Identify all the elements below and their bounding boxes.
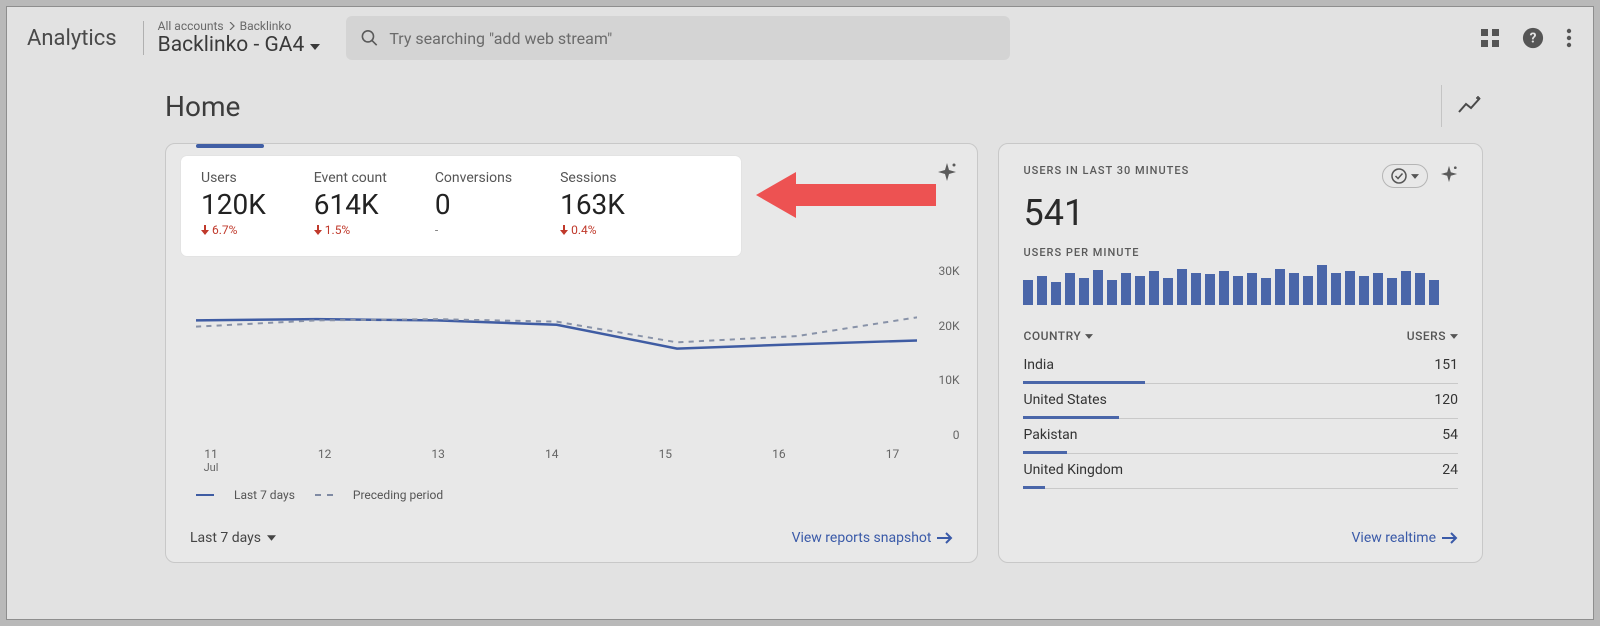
col-users[interactable]: USERS — [1407, 329, 1458, 343]
metric-delta: 0.4% — [560, 223, 625, 237]
trend-chart — [196, 264, 917, 452]
arrow-down-icon — [201, 225, 209, 235]
metric-sessions[interactable]: Sessions 163K 0.4% — [560, 170, 625, 246]
check-circle-icon — [1391, 168, 1407, 184]
breadcrumb-leaf: Backlinko — [240, 19, 292, 33]
search-box[interactable] — [346, 16, 1010, 60]
col-country[interactable]: COUNTRY — [1023, 329, 1093, 343]
status-chip[interactable] — [1382, 164, 1428, 188]
caret-down-icon — [267, 535, 276, 541]
property-selector[interactable]: All accounts Backlinko Backlinko - GA4 — [158, 19, 321, 57]
caret-down-icon — [310, 44, 320, 50]
legend-solid-label: Last 7 days — [234, 488, 295, 502]
per-minute-bars — [1023, 265, 1458, 305]
metric-value: 163K — [560, 188, 625, 221]
arrow-right-icon — [1442, 532, 1458, 544]
brand-label: Analytics — [22, 26, 129, 51]
breadcrumb-root: All accounts — [158, 19, 224, 33]
divider — [143, 21, 144, 55]
y-axis-ticks: 30K 20K 10K 0 — [921, 264, 959, 442]
metric-label: Event count — [314, 170, 387, 186]
annotation-arrow — [756, 168, 936, 222]
metric-users[interactable]: Users 120K 6.7% — [201, 170, 266, 246]
per-minute-label: USERS PER MINUTE — [1023, 246, 1458, 259]
search-icon — [360, 28, 379, 48]
metric-label: Conversions — [435, 170, 512, 186]
arrow-down-icon — [314, 225, 322, 235]
property-name: Backlinko - GA4 — [158, 33, 305, 57]
metric-value: 120K — [201, 188, 266, 221]
more-vert-icon[interactable] — [1566, 28, 1572, 48]
table-row[interactable]: India151 — [1023, 349, 1458, 384]
metric-delta: - — [435, 223, 512, 237]
country-table-head: COUNTRY USERS — [1023, 323, 1458, 349]
arrow-down-icon — [560, 225, 568, 235]
x-axis-ticks: 11Jul 12 13 14 15 16 17 — [196, 447, 907, 474]
table-row[interactable]: United Kingdom24 — [1023, 454, 1458, 489]
trend-sparkle-icon — [1458, 96, 1482, 116]
metric-value: 614K — [314, 188, 387, 221]
date-range-selector[interactable]: Last 7 days — [190, 530, 276, 546]
sparkle-icon[interactable] — [1440, 165, 1458, 187]
svg-text:?: ? — [1530, 31, 1537, 47]
realtime-card: USERS IN LAST 30 MINUTES 541 USERS PER M… — [998, 143, 1483, 563]
active-tab-indicator — [196, 144, 264, 148]
chart-legend: Last 7 days Preceding period — [196, 488, 443, 502]
country-table-body: India151United States120Pakistan54United… — [1023, 349, 1458, 489]
top-bar: Analytics All accounts Backlinko Backlin… — [7, 7, 1593, 69]
view-realtime-link[interactable]: View realtime — [1352, 530, 1458, 546]
caret-down-icon — [1450, 334, 1458, 339]
table-row[interactable]: United States120 — [1023, 384, 1458, 419]
metrics-strip: Users 120K 6.7% Event count 614K 1.5% Co… — [181, 156, 741, 256]
caret-down-icon — [1411, 174, 1419, 179]
sparkle-icon[interactable] — [937, 162, 957, 186]
realtime-value: 541 — [1023, 192, 1458, 234]
page-title: Home — [165, 90, 240, 123]
search-input[interactable] — [389, 29, 996, 48]
insights-button[interactable] — [1441, 85, 1483, 127]
apps-icon[interactable] — [1480, 28, 1500, 48]
overview-card: Users 120K 6.7% Event count 614K 1.5% Co… — [165, 143, 978, 563]
metric-value: 0 — [435, 188, 512, 221]
chevron-right-icon — [228, 22, 236, 30]
metric-delta: 6.7% — [201, 223, 266, 237]
view-reports-link[interactable]: View reports snapshot — [792, 530, 954, 546]
breadcrumb[interactable]: All accounts Backlinko — [158, 19, 321, 33]
legend-solid-icon — [196, 494, 214, 496]
legend-dash-label: Preceding period — [353, 488, 443, 502]
metric-delta: 1.5% — [314, 223, 387, 237]
metric-label: Users — [201, 170, 266, 186]
table-row[interactable]: Pakistan54 — [1023, 419, 1458, 454]
caret-down-icon — [1085, 334, 1093, 339]
help-icon[interactable]: ? — [1522, 27, 1544, 49]
realtime-label: USERS IN LAST 30 MINUTES — [1023, 164, 1189, 177]
legend-dash-icon — [315, 494, 333, 496]
arrow-right-icon — [937, 532, 953, 544]
metric-conversions[interactable]: Conversions 0 - — [435, 170, 512, 246]
metric-label: Sessions — [560, 170, 625, 186]
metric-event-count[interactable]: Event count 614K 1.5% — [314, 170, 387, 246]
